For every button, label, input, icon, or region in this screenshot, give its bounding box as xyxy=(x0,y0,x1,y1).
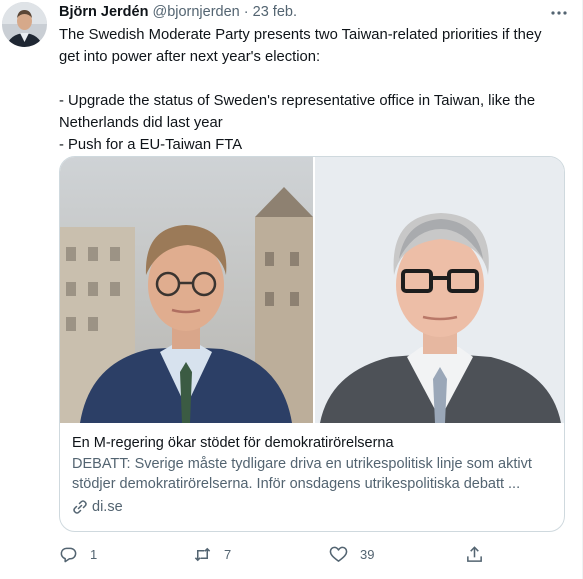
share-icon xyxy=(467,545,482,562)
card-photo-right xyxy=(315,157,564,423)
reply-icon xyxy=(60,547,77,562)
link-icon xyxy=(73,500,87,514)
author-name[interactable]: Björn Jerdén xyxy=(59,4,148,20)
retweet-icon xyxy=(194,547,211,561)
tweet-text: The Swedish Moderate Party presents two … xyxy=(59,24,559,156)
tweet-header: Björn Jerdén @bjornjerden · 23 feb. xyxy=(59,4,553,24)
retweet-button[interactable]: 7 xyxy=(193,541,231,567)
more-horizontal-icon xyxy=(551,11,567,15)
tweet-line-point-2: - Push for a EU-Taiwan FTA xyxy=(59,137,243,153)
card-photo-left xyxy=(60,157,313,423)
tweet-line-point-1: - Upgrade the status of Sweden's represe… xyxy=(59,93,536,131)
card-description: DEBATT: Sverige måste tydligare driva en… xyxy=(72,456,532,492)
card-domain: di.se xyxy=(72,497,552,517)
reply-count: 1 xyxy=(90,546,98,562)
like-button[interactable]: 39 xyxy=(329,541,374,567)
tweet-actions: 1 7 39 xyxy=(59,541,529,567)
more-options-button[interactable] xyxy=(549,3,569,23)
tweet-date[interactable]: 23 feb. xyxy=(253,4,297,20)
author-handle[interactable]: @bjornjerden xyxy=(152,4,239,20)
card-title: En M-regering ökar stödet för demokratir… xyxy=(72,435,394,451)
card-body: En M-regering ökar stödet för demokratir… xyxy=(72,433,552,517)
share-button[interactable] xyxy=(465,541,484,567)
separator: · xyxy=(239,4,253,20)
card-domain-text: di.se xyxy=(92,499,123,515)
tweet: Björn Jerdén @bjornjerden · 23 feb. The … xyxy=(0,0,583,579)
like-count: 39 xyxy=(360,546,375,562)
tweet-line-intro: The Swedish Moderate Party presents two … xyxy=(59,27,542,65)
avatar[interactable] xyxy=(2,2,47,47)
link-card[interactable]: En M-regering ökar stödet för demokratir… xyxy=(59,156,565,532)
card-media xyxy=(60,157,564,423)
reply-button[interactable]: 1 xyxy=(59,541,97,567)
retweet-count: 7 xyxy=(224,546,232,562)
heart-icon xyxy=(329,546,348,562)
